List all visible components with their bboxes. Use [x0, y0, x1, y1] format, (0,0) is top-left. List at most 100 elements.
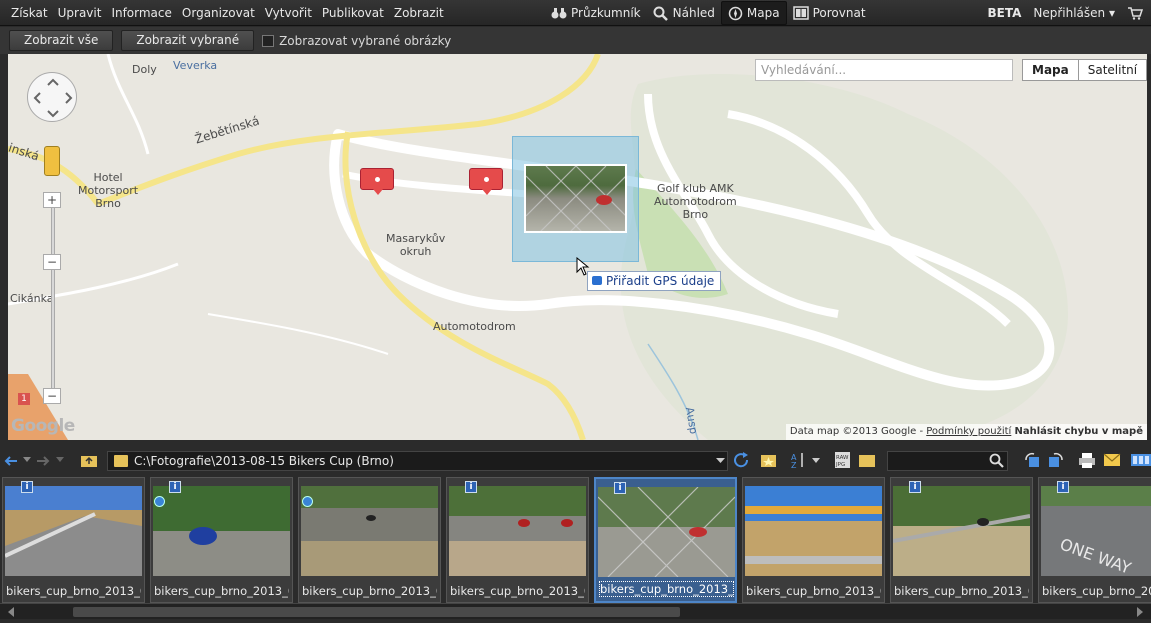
terms-link[interactable]: Podmínky použití	[926, 426, 1011, 437]
filmstrip-caption: bikers_cup_brno_2013_0...	[450, 584, 585, 598]
map-toolbar: Zobrazit vše Zobrazit vybrané Zobrazovat…	[0, 27, 1151, 54]
scrollbar-thumb[interactable]	[73, 607, 680, 617]
filmstrip-caption: bikers_cup_brno_2013_0...	[1042, 584, 1151, 598]
forward-dropdown-icon[interactable]	[56, 457, 64, 463]
cart-icon[interactable]	[1127, 6, 1143, 20]
menu-ziskat[interactable]: Získat	[6, 1, 53, 25]
filmstrip-item[interactable]: i bikers_cup_brno_2013_0...	[150, 477, 293, 603]
back-dropdown-icon[interactable]	[23, 457, 31, 463]
favorite-folder-icon[interactable]	[760, 452, 777, 468]
map-type-mapa[interactable]: Mapa	[1023, 60, 1079, 80]
menu-publikovat[interactable]: Publikovat	[317, 1, 389, 25]
filmstrip-caption: bikers_cup_brno_2013_0...	[6, 584, 141, 598]
info-badge-icon: i	[21, 481, 33, 493]
folder-path-field[interactable]: C:\Fotografie\2013-08-15 Bikers Cup (Brn…	[107, 451, 728, 471]
report-error-link[interactable]: Nahlásit chybu v mapě	[1015, 426, 1144, 437]
menubar: Získat Upravit Informace Organizovat Vyt…	[0, 0, 1151, 26]
checkbox-box[interactable]	[262, 34, 275, 47]
map-label-masarykuv: Masarykův okruh	[386, 232, 445, 258]
dragged-photo-thumbnail[interactable]	[524, 164, 627, 233]
svg-text:Z: Z	[791, 461, 797, 469]
marker-dot	[484, 177, 489, 182]
masarykuv-line-2: okruh	[399, 245, 432, 258]
filmstrip-item[interactable]: i bikers_cup_brno_2013_0...	[2, 477, 145, 603]
filmstrip-item[interactable]: bikers_cup_brno_2013_0...	[298, 477, 441, 603]
gps-tag-icon	[592, 276, 602, 285]
menu-upravit[interactable]: Upravit	[53, 1, 107, 25]
info-badge-icon: i	[465, 481, 477, 493]
menu-informace[interactable]: Informace	[106, 1, 176, 25]
folder-up-icon[interactable]	[80, 452, 98, 468]
map-label-cikanka: Cikánka	[10, 292, 54, 305]
zoom-slider-handle[interactable]: −	[43, 254, 61, 270]
filmstrip: i bikers_cup_brno_2013_0... i bikers_cup…	[0, 475, 1151, 603]
mode-pruzkumnik[interactable]: Průzkumník	[545, 1, 647, 25]
filmstrip-item[interactable]: i bikers_cup_brno_2013_0...	[446, 477, 589, 603]
filmstrip-caption: bikers_cup_brno_2013_0...	[894, 584, 1029, 598]
info-badge-icon: i	[614, 482, 626, 494]
show-all-button[interactable]: Zobrazit vše	[9, 30, 114, 51]
scroll-right-arrow-icon[interactable]	[1137, 607, 1148, 617]
path-bar: C:\Fotografie\2013-08-15 Bikers Cup (Brn…	[0, 449, 1151, 473]
photo-thumbnail	[893, 486, 1030, 576]
show-selected-button[interactable]: Zobrazit vybrané	[121, 30, 255, 51]
mode-switcher: Průzkumník Náhled Mapa Porovnat	[545, 0, 872, 26]
street-view-pegman-icon[interactable]	[44, 146, 60, 176]
email-icon[interactable]	[1103, 453, 1121, 467]
mode-porovnat[interactable]: Porovnat	[787, 1, 872, 25]
photo-thumbnail	[301, 486, 438, 576]
filmstrip-item[interactable]: bikers_cup_brno_2013_0...	[742, 477, 885, 603]
road-number-badge: 1	[18, 393, 30, 405]
sort-icon[interactable]: AZ	[791, 452, 805, 469]
show-selected-images-checkbox[interactable]: Zobrazovat vybrané obrázky	[262, 34, 451, 48]
pan-control[interactable]	[27, 72, 77, 122]
zoom-slider-track[interactable]	[51, 194, 55, 402]
menu-organizovat[interactable]: Organizovat	[177, 1, 260, 25]
compass-icon	[728, 6, 743, 20]
hotel-line-3: Brno	[95, 197, 121, 210]
zoom-in-button[interactable]: +	[43, 192, 61, 208]
filmstrip-caption: bikers_cup_brno_2013_0...	[599, 581, 734, 597]
map-marker-pin[interactable]	[469, 168, 503, 195]
scroll-left-arrow-icon[interactable]	[3, 607, 14, 617]
map-marker-pin[interactable]	[360, 168, 394, 195]
filmstrip-item[interactable]: i bikers_cup_brno_2013_0...	[890, 477, 1033, 603]
forward-arrow-icon[interactable]	[35, 454, 51, 468]
menu-vytvorit[interactable]: Vytvořit	[260, 1, 317, 25]
filmstrip-scrollbar[interactable]	[0, 603, 1151, 619]
hotel-line-1: Hotel	[93, 171, 123, 184]
filmstrip-caption: bikers_cup_brno_2013_0...	[302, 584, 437, 598]
map-search-input[interactable]: Vyhledávání...	[755, 59, 1013, 81]
print-icon[interactable]	[1078, 452, 1096, 469]
tooltip-label: Přiřadit GPS údaje	[606, 274, 715, 288]
filmstrip-item-selected[interactable]: i bikers_cup_brno_2013_0...	[594, 477, 737, 603]
folder-browse-icon[interactable]	[858, 452, 876, 468]
mode-label: Porovnat	[812, 6, 866, 20]
hotel-line-2: Motorsport	[78, 184, 139, 197]
user-menu[interactable]: Nepřihlášen ▾	[1033, 6, 1115, 20]
mode-label: Náhled	[672, 6, 715, 20]
magnifier-icon	[653, 6, 668, 21]
map-canvas[interactable]: Doly Veverka Žebětínská inská Hotel Moto…	[8, 54, 1147, 440]
svg-text:RAW: RAW	[836, 455, 849, 461]
map-type-satelitni[interactable]: Satelitní	[1079, 60, 1146, 80]
rotate-left-icon[interactable]	[1024, 452, 1042, 469]
filmstrip-view-icon[interactable]	[1131, 453, 1151, 467]
zoom-out-button[interactable]: −	[43, 388, 61, 404]
info-badge-icon: i	[909, 481, 921, 493]
search-icon[interactable]	[989, 453, 1005, 469]
filmstrip-item[interactable]: ONE WAY i bikers_cup_brno_2013_0...	[1038, 477, 1151, 603]
rotate-right-icon[interactable]	[1046, 452, 1064, 469]
mode-mapa[interactable]: Mapa	[720, 1, 787, 25]
filmstrip-caption: bikers_cup_brno_2013_0...	[746, 584, 881, 598]
sort-dropdown-icon[interactable]	[812, 458, 820, 464]
mode-nahled[interactable]: Náhled	[647, 1, 721, 25]
refresh-icon[interactable]	[733, 452, 750, 469]
pan-arrows-icon	[33, 78, 73, 118]
path-dropdown-icon[interactable]	[716, 458, 725, 464]
folder-icon	[114, 455, 128, 467]
menu-zobrazit[interactable]: Zobrazit	[389, 1, 449, 25]
raw-jpg-icon[interactable]: RAWJPG	[834, 451, 851, 469]
info-badge-icon: i	[1057, 481, 1069, 493]
back-arrow-icon[interactable]	[3, 454, 19, 468]
